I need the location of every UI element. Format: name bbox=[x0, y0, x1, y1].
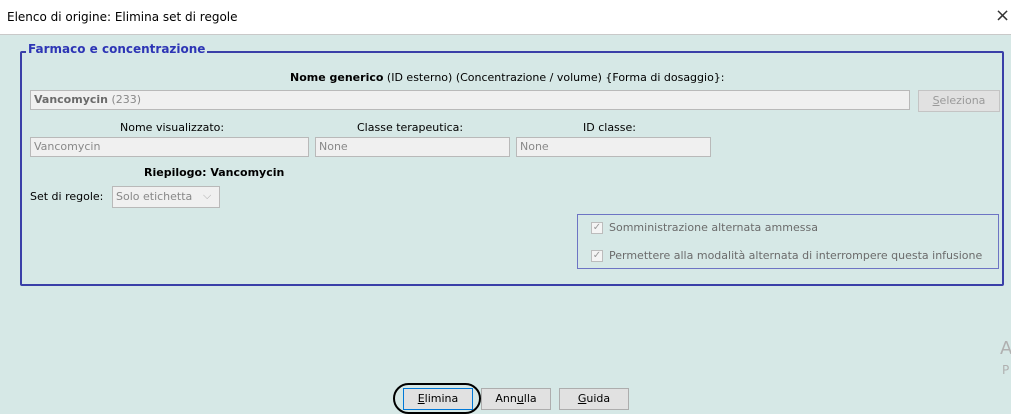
checkbox-allow-interrupt[interactable]: ✓ bbox=[591, 250, 603, 262]
dialog-window: Elenco di origine: Elimina set di regole… bbox=[0, 0, 1011, 414]
select-button[interactable]: Seleziona bbox=[918, 90, 1000, 112]
chevron-down-icon: ⌵ bbox=[203, 189, 212, 202]
generic-name-field: Vancomycin (233) bbox=[30, 90, 910, 110]
therapeutic-class-label: Classe terapeutica: bbox=[357, 121, 464, 134]
display-name-field: Vancomycin bbox=[30, 137, 309, 157]
window-title: Elenco di origine: Elimina set di regole bbox=[7, 10, 238, 24]
allow-interrupt-label: Permettere alla modalità alternata di in… bbox=[609, 249, 983, 262]
help-button[interactable]: Guida bbox=[559, 388, 629, 410]
delete-button-highlight bbox=[393, 383, 481, 414]
alternate-allowed-label: Somministrazione alternata ammessa bbox=[609, 221, 818, 234]
display-name-label: Nome visualizzato: bbox=[120, 121, 225, 134]
rule-set-label: Set di regole: bbox=[30, 190, 104, 203]
class-id-label: ID classe: bbox=[583, 121, 636, 134]
therapeutic-class-field: None bbox=[315, 137, 510, 157]
side-text-p: P bbox=[1002, 363, 1010, 377]
class-id-field: None bbox=[516, 137, 711, 157]
checkbox-alternate-allowed[interactable]: ✓ bbox=[591, 222, 603, 234]
summary-label: Riepilogo: Vancomycin bbox=[144, 166, 285, 179]
rule-set-value: Solo etichetta bbox=[116, 190, 193, 203]
side-text-a: A bbox=[1000, 338, 1011, 359]
group-title: Farmaco e concentrazione bbox=[26, 42, 208, 56]
rule-set-select[interactable]: Solo etichetta ⌵ bbox=[112, 186, 220, 208]
title-bar: Elenco di origine: Elimina set di regole… bbox=[0, 0, 1011, 35]
generic-name-header: Nome generico (ID esterno) (Concentrazio… bbox=[290, 71, 725, 84]
close-icon[interactable]: × bbox=[995, 7, 1010, 25]
cancel-button[interactable]: Annulla bbox=[481, 388, 551, 410]
